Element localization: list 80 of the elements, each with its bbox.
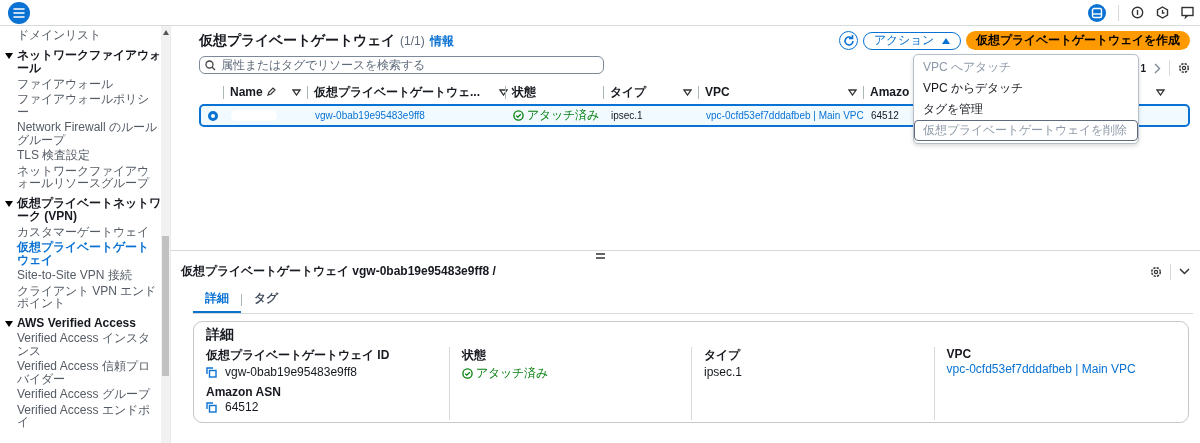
menu-button[interactable] (8, 1, 30, 24)
field-label: VPC (946, 347, 973, 361)
copy-icon[interactable] (206, 401, 217, 413)
field-value: vgw-0bab19e95483e9ff8 (225, 365, 357, 379)
panel-toggle-button[interactable] (1088, 3, 1106, 22)
create-button[interactable]: 仮想プライベートゲートウェイを作成 (966, 31, 1190, 50)
menu-item[interactable]: VPC からデタッチ (914, 78, 1138, 99)
sidebar-item[interactable]: クライアント VPN エンドポイント (5, 283, 161, 312)
refresh-icon (841, 33, 856, 48)
status-text: アタッチ済み (461, 365, 691, 382)
radio-button[interactable] (208, 110, 218, 121)
next-page-icon[interactable] (1154, 62, 1161, 74)
sort-caret-icon[interactable] (1156, 88, 1165, 96)
sidebar-item[interactable]: 仮想プライベートゲートウェイ (5, 240, 161, 268)
menu-icon (13, 7, 25, 18)
sidebar-item[interactable]: Verified Access グループ (5, 387, 161, 403)
info-icon[interactable] (1131, 6, 1144, 19)
sidebar-item[interactable]: ネットワークファイアウォールリソースグループ (5, 163, 161, 192)
sort-caret-icon[interactable] (683, 88, 692, 96)
sort-caret-icon[interactable] (848, 88, 857, 96)
field-label: タイプ (704, 347, 742, 364)
field-label: 状態 (461, 347, 487, 364)
settings-icon[interactable] (1150, 265, 1162, 278)
sidebar-item[interactable]: ファイアウォールポリシー (5, 92, 161, 120)
page-number[interactable]: 1 (1140, 62, 1146, 74)
panel-icon (1091, 6, 1103, 19)
field-value: ipsec.1 (704, 365, 743, 379)
card-title: 詳細 (206, 326, 235, 344)
status-text: アタッチ済み (513, 107, 599, 124)
sidebar-item[interactable]: Site-to-Site VPN 接続 (5, 268, 161, 284)
table-cell: 64512 (871, 110, 899, 121)
info-link[interactable]: 情報 (429, 32, 454, 50)
check-circle-icon (461, 368, 473, 379)
field-label: 仮想プライベートゲートウェイ ID (206, 347, 391, 364)
scroll-up-icon[interactable] (162, 30, 169, 35)
field-label: Amazon ASN (206, 385, 282, 399)
sidebar-item[interactable]: Network Firewall のルールグループ (5, 120, 161, 148)
sidebar-item[interactable]: Verified Access 信頼プロバイダー (5, 359, 161, 387)
column-header[interactable]: 状態 (512, 83, 536, 101)
sidebar-section-title[interactable]: ネットワークファイアウォール (17, 48, 161, 76)
chevron-down-icon[interactable] (1179, 268, 1190, 275)
copy-icon[interactable] (206, 366, 217, 378)
feedback-icon[interactable] (1181, 6, 1194, 19)
field-value: 64512 (225, 400, 259, 414)
column-header[interactable]: Name (230, 85, 263, 99)
page-title: 仮想プライベートゲートウェイ (199, 31, 395, 50)
detail-title: 仮想プライベートゲートウェイ vgw-0bab19e95483e9ff8 / (181, 263, 496, 280)
caret-icon[interactable] (5, 199, 13, 208)
sidebar-item[interactable]: Verified Access エンドポイ (5, 402, 161, 431)
sidebar-item[interactable]: Verified Access インスタンス (5, 331, 161, 359)
scrollbar[interactable] (161, 26, 170, 443)
drag-handle-icon[interactable] (596, 253, 605, 259)
column-header[interactable]: Amazo (870, 85, 910, 99)
sort-caret-icon[interactable] (499, 88, 508, 96)
search-icon (205, 60, 216, 71)
settings-icon[interactable] (1178, 62, 1190, 74)
vpc-link[interactable]: vpc-0cfd53ef7dddafbeb | Main VPC (946, 362, 1136, 376)
clock-icon[interactable] (1156, 6, 1169, 19)
caret-icon (942, 37, 950, 44)
sidebar-section-title[interactable]: AWS Verified Access (17, 316, 136, 330)
column-header[interactable]: 仮想プライベートゲートウェ... (314, 83, 480, 101)
caret-icon[interactable] (5, 319, 13, 328)
column-header[interactable]: VPC (705, 85, 730, 99)
table-cell: ipsec.1 (611, 110, 643, 121)
table-link[interactable]: vgw-0bab19e95483e9ff8 (315, 110, 425, 121)
sidebar-section-title[interactable]: 仮想プライベートネットワーク (VPN) (17, 196, 161, 224)
check-circle-icon (513, 110, 524, 121)
resource-count: (1/1) (400, 33, 425, 48)
sort-caret-icon[interactable] (292, 88, 301, 96)
table-link[interactable]: vpc-0cfd53ef7dddafbeb | Main VPC (706, 110, 864, 121)
caret-icon[interactable] (5, 51, 13, 60)
tab[interactable]: タグ (242, 286, 290, 313)
sidebar-item[interactable]: カスタマーゲートウェイ (5, 224, 161, 240)
sidebar-item[interactable]: TLS 検査設定 (5, 148, 161, 164)
sidebar-item[interactable]: ドメインリスト (5, 28, 161, 44)
column-header[interactable]: タイプ (610, 83, 646, 101)
search-field[interactable]: 属性またはタグでリソースを検索する (199, 56, 604, 74)
refresh-button[interactable] (839, 31, 858, 50)
actions-button[interactable]: アクション (863, 31, 961, 50)
sidebar-item[interactable]: ファイアウォール (5, 76, 161, 92)
